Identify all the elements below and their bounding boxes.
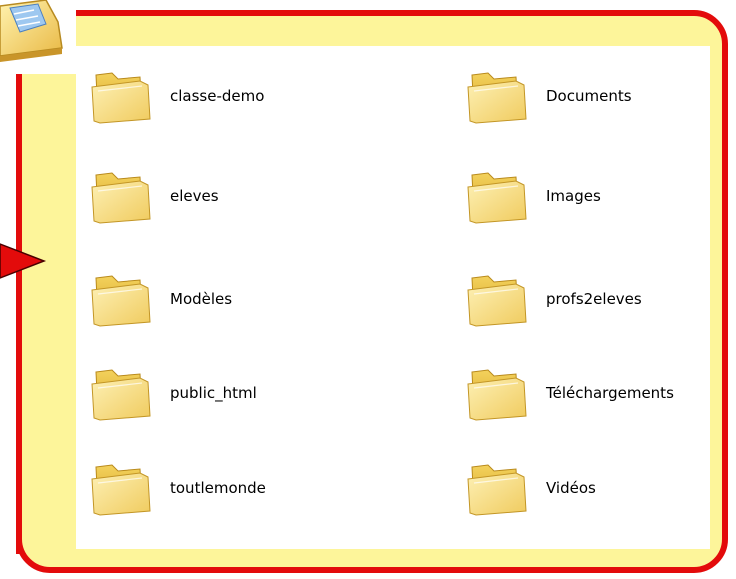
folder-label: toutlemonde bbox=[170, 479, 266, 497]
folder-label: profs2eleves bbox=[546, 290, 642, 308]
folder-item[interactable]: Images bbox=[466, 163, 601, 229]
screenshot-stage: classe-demo eleves Modèles public_html t… bbox=[0, 0, 736, 579]
frame-left-edge bbox=[16, 74, 22, 554]
arrow-right-icon bbox=[0, 243, 47, 279]
folder-icon bbox=[466, 165, 528, 227]
folder-label: Documents bbox=[546, 87, 632, 105]
app-icon bbox=[0, 0, 63, 62]
folder-label: public_html bbox=[170, 384, 257, 402]
folder-label: Vidéos bbox=[546, 479, 596, 497]
folder-item[interactable]: Vidéos bbox=[466, 455, 596, 521]
folder-icon bbox=[466, 457, 528, 519]
folder-icon bbox=[466, 65, 528, 127]
folder-item[interactable]: toutlemonde bbox=[90, 455, 266, 521]
folder-label: Images bbox=[546, 187, 601, 205]
folder-icon bbox=[90, 65, 152, 127]
folder-item[interactable]: profs2eleves bbox=[466, 266, 642, 332]
folder-label: Téléchargements bbox=[546, 384, 674, 402]
folder-icon bbox=[90, 165, 152, 227]
folder-item[interactable]: Modèles bbox=[90, 266, 232, 332]
folder-icon bbox=[466, 362, 528, 424]
folder-item[interactable]: Téléchargements bbox=[466, 360, 674, 426]
folder-item[interactable]: public_html bbox=[90, 360, 257, 426]
folder-label: eleves bbox=[170, 187, 219, 205]
folder-label: Modèles bbox=[170, 290, 233, 308]
folder-item[interactable]: Documents bbox=[466, 63, 632, 129]
folder-item[interactable]: eleves bbox=[90, 163, 219, 229]
folder-label: classe-demo bbox=[170, 87, 265, 105]
folder-icon bbox=[90, 457, 152, 519]
folder-icon bbox=[90, 268, 152, 330]
folder-icon bbox=[90, 362, 152, 424]
folder-icon bbox=[466, 268, 528, 330]
folder-item[interactable]: classe-demo bbox=[90, 63, 264, 129]
